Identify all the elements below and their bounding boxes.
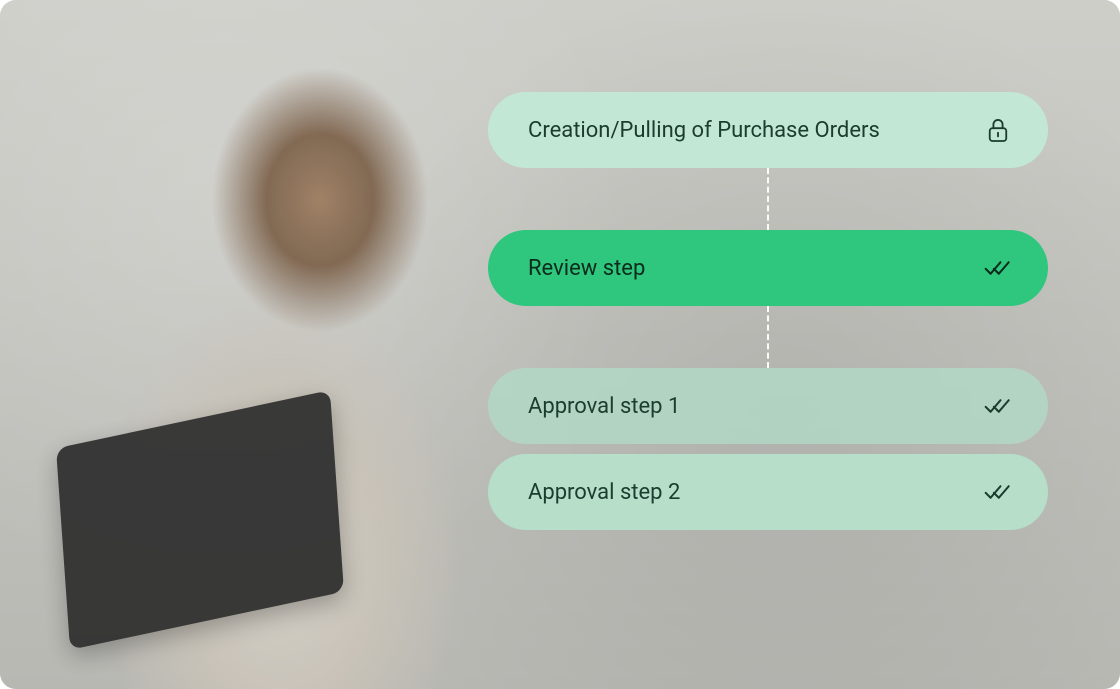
- double-check-icon: [984, 478, 1012, 506]
- workflow-step-label: Approval step 2: [528, 480, 680, 505]
- workflow-step-label: Review step: [528, 256, 645, 281]
- double-check-icon: [984, 254, 1012, 282]
- workflow-step-label: Approval step 1: [528, 394, 680, 419]
- person-with-tablet-photo: [0, 60, 520, 689]
- workflow-step-creation[interactable]: Creation/Pulling of Purchase Orders: [488, 92, 1048, 168]
- hero-card: Creation/Pulling of Purchase Orders Revi…: [0, 0, 1120, 689]
- tablet-device: [56, 390, 344, 650]
- workflow-step-label: Creation/Pulling of Purchase Orders: [528, 118, 880, 143]
- workflow-connector: [767, 168, 769, 230]
- workflow-step-review[interactable]: Review step: [488, 230, 1048, 306]
- workflow-step-approval-2[interactable]: Approval step 2: [488, 454, 1048, 530]
- workflow-connector: [767, 306, 769, 368]
- workflow-steps-panel: Creation/Pulling of Purchase Orders Revi…: [488, 92, 1048, 530]
- workflow-step-approval-1[interactable]: Approval step 1: [488, 368, 1048, 444]
- double-check-icon: [984, 392, 1012, 420]
- lock-icon: [984, 116, 1012, 144]
